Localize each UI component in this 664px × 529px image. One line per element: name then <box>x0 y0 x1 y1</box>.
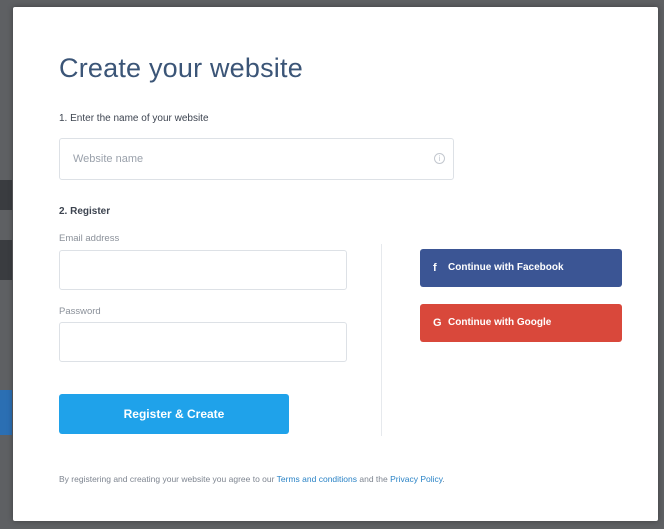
continue-with-google-button[interactable]: G Continue with Google <box>420 304 622 342</box>
backdrop-strip <box>0 390 12 435</box>
facebook-button-label: Continue with Facebook <box>448 262 564 273</box>
password-input[interactable] <box>59 322 347 362</box>
step1-label: 1. Enter the name of your website <box>59 113 209 124</box>
create-website-modal: Create your website 1. Enter the name of… <box>13 7 658 521</box>
terms-notice: By registering and creating your website… <box>59 474 445 484</box>
google-button-label: Continue with Google <box>448 317 552 328</box>
email-input[interactable] <box>59 250 347 290</box>
email-label: Email address <box>59 233 120 244</box>
info-icon[interactable]: i <box>434 153 445 164</box>
facebook-icon: f <box>433 262 437 274</box>
terms-middle: and the <box>357 474 391 484</box>
privacy-policy-link[interactable]: Privacy Policy <box>390 474 442 484</box>
terms-and-conditions-link[interactable]: Terms and conditions <box>277 474 357 484</box>
website-name-placeholder: Website name <box>73 153 144 165</box>
register-create-button[interactable]: Register & Create <box>59 394 289 434</box>
continue-with-facebook-button[interactable]: f Continue with Facebook <box>420 249 622 287</box>
website-name-input[interactable]: Website name i <box>59 138 454 180</box>
backdrop-strip <box>0 180 12 210</box>
backdrop-strip <box>0 240 12 280</box>
password-label: Password <box>59 306 101 317</box>
terms-prefix: By registering and creating your website… <box>59 474 277 484</box>
step2-label: 2. Register <box>59 206 111 217</box>
google-icon: G <box>433 317 442 329</box>
vertical-divider <box>381 244 382 436</box>
terms-suffix: . <box>442 474 445 484</box>
modal-title: Create your website <box>59 53 303 83</box>
